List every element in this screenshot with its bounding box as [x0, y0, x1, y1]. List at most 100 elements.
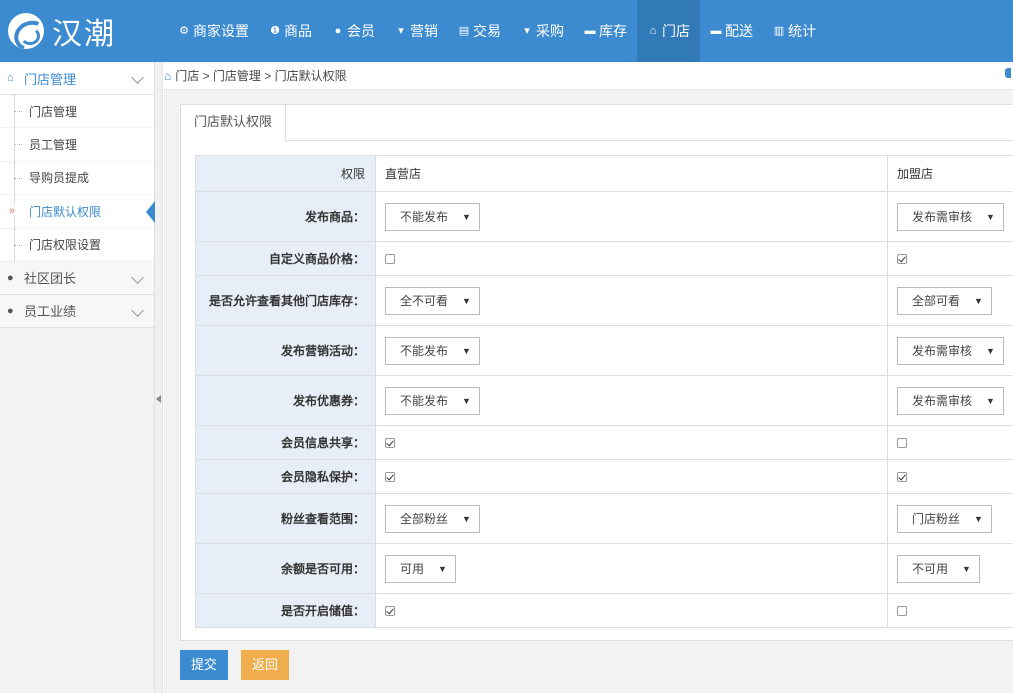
table-row: 会员隐私保护： — [195, 459, 1013, 494]
table-row: 发布优惠券： 不能发布 ▼ 发布需审核 ▼ — [195, 375, 1013, 426]
permission-select[interactable]: 不能发布 ▼ — [385, 202, 480, 231]
home-icon: ⌂ — [164, 68, 172, 83]
nav-item-label: 门店 — [662, 23, 690, 39]
permission-select[interactable]: 发布需审核 ▼ — [897, 386, 1004, 415]
gear-icon: ⚙ — [179, 25, 189, 37]
permission-label: 发布优惠券： — [195, 375, 376, 426]
permission-select[interactable]: 可用 ▼ — [385, 554, 456, 583]
table-row: 余额是否可用： 可用 ▼ 不可用 ▼ — [195, 543, 1013, 594]
permission-select[interactable]: 全部粉丝 ▼ — [385, 504, 480, 533]
cart-icon: ▾ — [398, 25, 404, 37]
sidebar-item-0[interactable]: 门店管理 — [0, 95, 154, 129]
nav-item-8[interactable]: ▬ 配送 — [700, 0, 763, 62]
sidebar-item-label: 员工管理 — [29, 138, 78, 153]
nav-item-label: 商品 — [284, 23, 312, 39]
sidebar-group-0[interactable]: ⌂ 门店管理 — [0, 62, 154, 95]
nav-item-label: 会员 — [347, 23, 375, 39]
permission-select[interactable]: 发布需审核 ▼ — [897, 336, 1004, 365]
permission-cell — [887, 459, 1013, 494]
permission-cell: 全不可看 ▼ — [375, 275, 888, 326]
nav-item-2[interactable]: ● 会员 — [322, 0, 385, 62]
select-value: 发布需审核 — [912, 210, 973, 224]
table-header-row: 权限 直营店 加盟店 — [195, 155, 1013, 192]
permission-cell — [375, 241, 888, 276]
sidebar-group-1[interactable]: ● 社区团长 — [0, 261, 154, 295]
home-icon: ⌂ — [7, 72, 14, 84]
document-icon: ▤ — [458, 25, 470, 37]
collapse-arrow-icon[interactable] — [156, 395, 161, 403]
main-nav: ⚙ 商家设置 ❶ 商品 ● 会员 ▾ 营销 ▤ 交易 ▾ 采购 ▬ 库存 ⌂ 门店 ▬ 配送 ▥ 统计 — [168, 0, 826, 62]
permission-cell: 发布需审核 ▼ — [887, 325, 1013, 376]
nav-item-5[interactable]: ▾ 采购 — [511, 0, 574, 62]
permission-cell: 不能发布 ▼ — [375, 375, 888, 426]
permission-select[interactable]: 不可用 ▼ — [897, 554, 980, 583]
permission-label: 余额是否可用： — [195, 543, 376, 594]
permission-checkbox[interactable] — [385, 438, 395, 449]
nav-item-label: 商家设置 — [193, 23, 249, 39]
sidebar-item-1[interactable]: 员工管理 — [0, 128, 154, 162]
tab-bar: 门店默认权限 — [181, 105, 1013, 142]
select-value: 不能发布 — [400, 210, 449, 224]
permission-checkbox[interactable] — [897, 606, 907, 617]
nav-item-6[interactable]: ▬ 库存 — [574, 0, 637, 62]
permission-select[interactable]: 门店粉丝 ▼ — [897, 504, 992, 533]
permission-select[interactable]: 全部可看 ▼ — [897, 286, 992, 315]
sidebar-item-label: 门店管理 — [29, 104, 78, 119]
tab-default-permission[interactable]: 门店默认权限 — [181, 105, 287, 142]
sidebar-item-2[interactable]: 导购员提成 — [0, 161, 154, 196]
sidebar-item-label: 导购员提成 — [29, 171, 90, 186]
permission-checkbox[interactable] — [385, 606, 395, 617]
sidebar-splitter[interactable] — [155, 62, 163, 693]
caret-down-icon: ▼ — [962, 563, 971, 574]
select-value: 不可用 — [912, 562, 949, 576]
sidebar-item-label: 门店权限设置 — [29, 238, 102, 253]
permission-cell — [887, 241, 1013, 276]
permission-checkbox[interactable] — [897, 472, 907, 483]
select-value: 不能发布 — [400, 394, 449, 408]
breadcrumb-path: 门店 > 门店管理 > 门店默认权限 — [175, 69, 347, 83]
caret-down-icon: ▼ — [986, 211, 995, 222]
logo[interactable]: 汉潮 — [8, 8, 148, 54]
nav-item-1[interactable]: ❶ 商品 — [259, 0, 322, 62]
nav-item-0[interactable]: ⚙ 商家设置 — [168, 0, 259, 62]
permission-checkbox[interactable] — [897, 438, 907, 449]
top-bar: 汉潮 ⚙ 商家设置 ❶ 商品 ● 会员 ▾ 营销 ▤ 交易 ▾ 采购 ▬ 库存 ⌂ 门店 ▬ 配送 ▥ 统计 — [0, 0, 1013, 62]
nav-item-3[interactable]: ▾ 营销 — [385, 0, 448, 62]
table-row: 粉丝查看范围： 全部粉丝 ▼ 门店粉丝 ▼ — [195, 493, 1013, 544]
back-button[interactable]: 返回 — [241, 650, 289, 680]
chevron-down-icon — [131, 71, 144, 84]
nav-item-7[interactable]: ⌂ 门店 — [637, 0, 700, 62]
nav-item-label: 配送 — [725, 23, 753, 39]
permission-checkbox[interactable] — [385, 254, 395, 265]
truck-icon: ▬ — [710, 25, 722, 37]
permission-select[interactable]: 不能发布 ▼ — [385, 386, 480, 415]
user-icon[interactable] — [1005, 68, 1011, 78]
permission-cell: 不能发布 ▼ — [375, 325, 888, 376]
permission-cell — [887, 425, 1013, 460]
nav-item-9[interactable]: ▥ 统计 — [763, 0, 826, 62]
submit-button[interactable]: 提交 — [180, 650, 228, 680]
permission-select[interactable]: 全不可看 ▼ — [385, 286, 480, 315]
double-chevron-right-icon: » — [9, 205, 16, 218]
sidebar-group-label: 门店管理 — [24, 71, 77, 87]
table-row: 是否开启储值： — [195, 593, 1013, 628]
storage-icon: ▬ — [584, 25, 596, 37]
select-value: 门店粉丝 — [912, 512, 961, 526]
active-indicator — [146, 201, 155, 224]
nav-item-label: 统计 — [788, 23, 816, 39]
caret-down-icon: ▼ — [462, 345, 471, 356]
permission-checkbox[interactable] — [385, 472, 395, 483]
permission-checkbox[interactable] — [897, 254, 907, 265]
select-value: 全不可看 — [400, 294, 449, 308]
permission-cell — [887, 593, 1013, 628]
permission-cell: 不可用 ▼ — [887, 543, 1013, 594]
header-franchise-store: 加盟店 — [887, 155, 1013, 192]
permission-label: 会员隐私保护： — [195, 459, 376, 494]
nav-item-4[interactable]: ▤ 交易 — [448, 0, 511, 62]
sidebar-group-2[interactable]: ● 员工业绩 — [0, 294, 154, 328]
caret-down-icon: ▼ — [986, 395, 995, 406]
sidebar-item-3[interactable]: » 门店默认权限 — [0, 195, 155, 229]
permission-select[interactable]: 发布需审核 ▼ — [897, 202, 1004, 231]
sidebar-item-4[interactable]: 门店权限设置 — [0, 228, 154, 262]
permission-select[interactable]: 不能发布 ▼ — [385, 336, 480, 365]
